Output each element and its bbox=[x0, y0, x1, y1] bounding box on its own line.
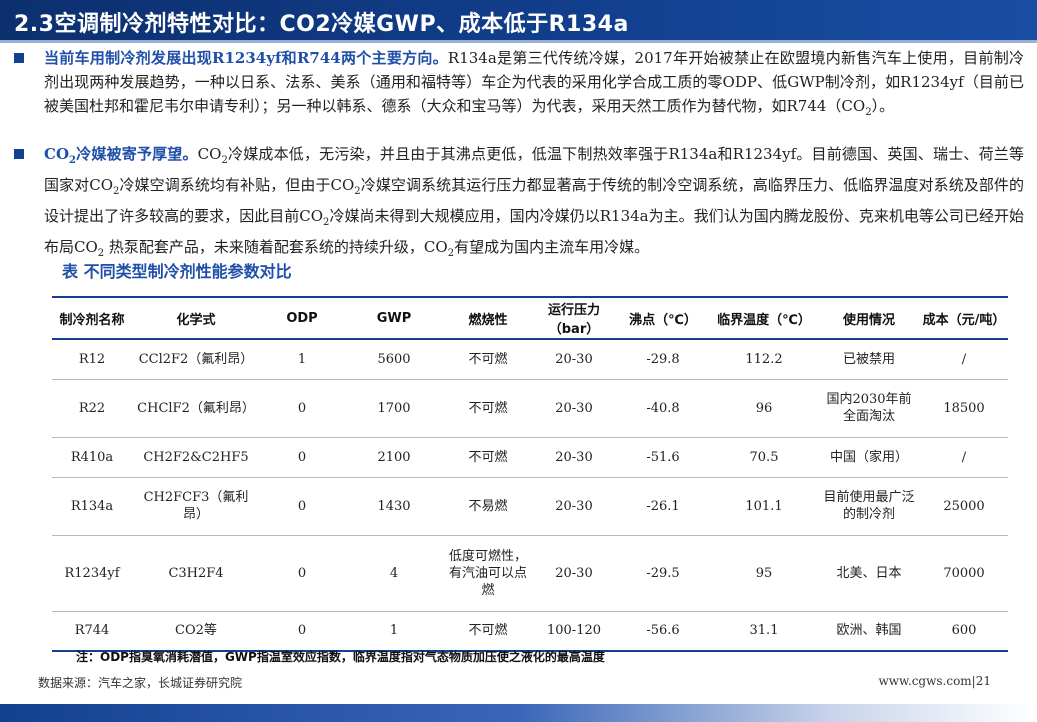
table-cell: 4 bbox=[344, 535, 444, 612]
table-cell: CH2F2&C2HF5 bbox=[132, 437, 260, 478]
footer-bar bbox=[0, 704, 1037, 722]
table-cell: 5600 bbox=[344, 339, 444, 380]
table-cell: -29.5 bbox=[616, 535, 710, 612]
table-cell: 0 bbox=[260, 379, 344, 438]
table-cell: 1430 bbox=[344, 477, 444, 536]
table-cell: -51.6 bbox=[616, 437, 710, 478]
table-cell: 70.5 bbox=[710, 437, 818, 478]
table-cell: 600 bbox=[920, 611, 1008, 652]
column-header: 成本（元/吨） bbox=[920, 296, 1008, 340]
refrigerant-table: 制冷剂名称 化学式 ODP GWP 燃烧性 运行压力（bar） 沸点（℃） 临界… bbox=[52, 296, 1008, 652]
table-cell: 70000 bbox=[920, 535, 1008, 612]
table-cell: 25000 bbox=[920, 477, 1008, 536]
column-header: 运行压力（bar） bbox=[532, 296, 616, 340]
table-cell: 20-30 bbox=[532, 379, 616, 438]
table-cell: 112.2 bbox=[710, 339, 818, 380]
table-cell: 0 bbox=[260, 477, 344, 536]
table-cell: -26.1 bbox=[616, 477, 710, 536]
table-cell: 低度可燃性，有汽油可以点燃 bbox=[444, 535, 532, 612]
table-cell: 中国（家用） bbox=[818, 437, 920, 478]
page-title: 2.3空调制冷剂特性对比：CO2冷媒GWP、成本低于R134a bbox=[14, 12, 629, 37]
table-cell: R410a bbox=[52, 437, 132, 478]
table-cell: CHClF2（氟利昂） bbox=[132, 379, 260, 438]
table-cell: / bbox=[920, 437, 1008, 478]
bullet-square-icon bbox=[14, 53, 24, 63]
table-cell: 20-30 bbox=[532, 535, 616, 612]
table-row: R134a CH2FCF3（氟利昂） 0 1430 不易燃 20-30 -26.1 101.1… bbox=[52, 477, 1008, 536]
bullet-section-1: 当前车用制冷剂发展出现R1234yf和R744两个主要方向。R134a是第三代传… bbox=[14, 46, 1024, 125]
table-cell: -29.8 bbox=[616, 339, 710, 380]
column-header: 化学式 bbox=[132, 296, 260, 340]
site-page-number: www.cgws.com|21 bbox=[878, 674, 992, 688]
table-cell: 100-120 bbox=[532, 611, 616, 652]
table-cell: -40.8 bbox=[616, 379, 710, 438]
table-cell: 1 bbox=[344, 611, 444, 652]
table-cell: -56.6 bbox=[616, 611, 710, 652]
column-header: 临界温度（℃） bbox=[710, 296, 818, 340]
table-cell: 20-30 bbox=[532, 339, 616, 380]
table-cell: 不可燃 bbox=[444, 379, 532, 438]
table-cell: 北美、日本 bbox=[818, 535, 920, 612]
table-cell: 2100 bbox=[344, 437, 444, 478]
table-cell: 0 bbox=[260, 437, 344, 478]
table-cell: 20-30 bbox=[532, 477, 616, 536]
column-header: 燃烧性 bbox=[444, 296, 532, 340]
table-cell: 不可燃 bbox=[444, 611, 532, 652]
table-cell: R134a bbox=[52, 477, 132, 536]
table-cell: CH2FCF3（氟利昂） bbox=[132, 477, 260, 536]
table-header-row: 制冷剂名称 化学式 ODP GWP 燃烧性 运行压力（bar） 沸点（℃） 临界… bbox=[52, 296, 1008, 340]
header-divider bbox=[0, 40, 1037, 43]
table-cell: R1234yf bbox=[52, 535, 132, 612]
table-cell: 31.1 bbox=[710, 611, 818, 652]
table-cell: 20-30 bbox=[532, 437, 616, 478]
table-cell: CO2等 bbox=[132, 611, 260, 652]
table-cell: 101.1 bbox=[710, 477, 818, 536]
bullet-text-2: CO2冷媒被寄予厚望。CO2冷媒成本低，无污染，并且由于其沸点更低，低温下制热效… bbox=[44, 145, 1024, 259]
table-cell: 18500 bbox=[920, 379, 1008, 438]
table-cell: 已被禁用 bbox=[818, 339, 920, 380]
table-note: 注：ODP指臭氧消耗潜值，GWP指温室效应指数，临界温度指对气态物质加压使之液化… bbox=[76, 650, 605, 664]
bullet-section-2: CO2冷媒被寄予厚望。CO2冷媒成本低，无污染，并且由于其沸点更低，低温下制热效… bbox=[14, 142, 1024, 266]
bullet-lead-1: 当前车用制冷剂发展出现R1234yf和R744两个主要方向。 bbox=[44, 49, 448, 67]
table-cell: / bbox=[920, 339, 1008, 380]
table-cell: 国内2030年前全面淘汰 bbox=[818, 379, 920, 438]
table-cell: R12 bbox=[52, 339, 132, 380]
table-cell: CCl2F2（氟利昂） bbox=[132, 339, 260, 380]
table-cell: 1 bbox=[260, 339, 344, 380]
table-cell: 不可燃 bbox=[444, 339, 532, 380]
table-cell: 0 bbox=[260, 535, 344, 612]
bullet-tail-1: ）。 bbox=[871, 97, 895, 115]
table-cell: 欧洲、韩国 bbox=[818, 611, 920, 652]
table-cell: 96 bbox=[710, 379, 818, 438]
table-cell: R744 bbox=[52, 611, 132, 652]
table-cell: 0 bbox=[260, 611, 344, 652]
table-row: R22 CHClF2（氟利昂） 0 1700 不可燃 20-30 -40.8 96 国内2030… bbox=[52, 379, 1008, 438]
bullet-lead-2: CO2冷媒被寄予厚望。 bbox=[44, 145, 198, 166]
table-row: R410a CH2F2&C2HF5 0 2100 不可燃 20-30 -51.6 70.5 中国… bbox=[52, 437, 1008, 478]
column-header: 沸点（℃） bbox=[616, 296, 710, 340]
table-row: R1234yf C3H2F4 0 4 低度可燃性，有汽油可以点燃 20-30 -29.5 95… bbox=[52, 535, 1008, 612]
table-row: R744 CO2等 0 1 不可燃 100-120 -56.6 31.1 欧洲、韩国 600 bbox=[52, 611, 1008, 652]
table-cell: R22 bbox=[52, 379, 132, 438]
table-cell: 目前使用最广泛的制冷剂 bbox=[818, 477, 920, 536]
bullet-square-icon bbox=[14, 149, 24, 159]
table-cell: 1700 bbox=[344, 379, 444, 438]
table-cell: C3H2F4 bbox=[132, 535, 260, 612]
data-source: 数据来源：汽车之家，长城证券研究院 bbox=[38, 676, 243, 690]
table-title: 表 不同类型制冷剂性能参数对比 bbox=[62, 262, 292, 281]
table-cell: 不易燃 bbox=[444, 477, 532, 536]
column-header: GWP bbox=[344, 296, 444, 340]
table-cell: 不可燃 bbox=[444, 437, 532, 478]
bullet-text-1: 当前车用制冷剂发展出现R1234yf和R744两个主要方向。R134a是第三代传… bbox=[44, 46, 1024, 125]
header-bar: 2.3空调制冷剂特性对比：CO2冷媒GWP、成本低于R134a bbox=[0, 0, 1037, 40]
column-header: ODP bbox=[260, 296, 344, 340]
table-cell: 95 bbox=[710, 535, 818, 612]
column-header: 制冷剂名称 bbox=[52, 296, 132, 340]
column-header: 使用情况 bbox=[818, 296, 920, 340]
table-row: R12 CCl2F2（氟利昂） 1 5600 不可燃 20-30 -29.8 112.2 已被禁… bbox=[52, 339, 1008, 380]
